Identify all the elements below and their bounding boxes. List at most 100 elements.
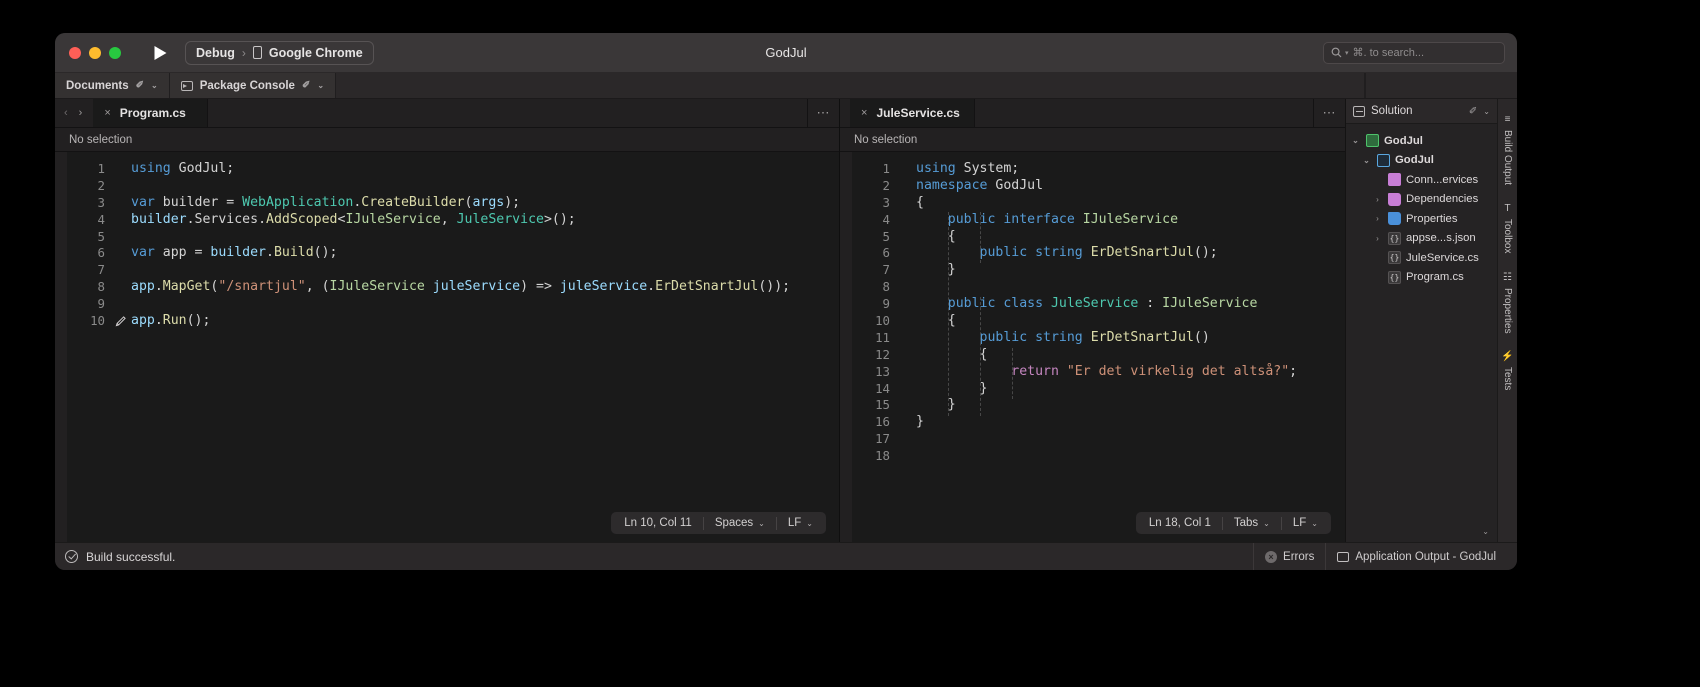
code-token: . [647, 279, 656, 295]
pin-icon[interactable]: ✐ [136, 80, 144, 91]
pin-icon[interactable]: ✐ [1469, 106, 1477, 117]
solution-tree-item-properties[interactable]: › Properties [1346, 209, 1497, 229]
code-token: IJuleService [1082, 211, 1179, 227]
twisty-expanded-icon[interactable]: ⌄ [1350, 136, 1361, 145]
tab-overflow-button[interactable]: ⋯ [807, 99, 839, 127]
code-token: Run [162, 313, 187, 329]
code-token: GodJul [995, 177, 1044, 193]
solution-tree-item-godjul[interactable]: ⌄ GodJul [1346, 131, 1497, 151]
dependencies-icon [1388, 192, 1401, 206]
code-token: public [947, 211, 1004, 227]
document-tabbar-right: × JuleService.cs ⋯ [840, 99, 1345, 128]
document-tab-program-cs[interactable]: × Program.cs [93, 99, 209, 127]
errors-button[interactable]: × Errors [1253, 543, 1327, 570]
code-token: juleService [559, 279, 648, 295]
navigation-arrows: ‹ › [55, 99, 93, 127]
code-content-right[interactable]: 1 using System; 2 namespace GodJul 3{4 publi… [852, 152, 1345, 465]
code-token: "/snartjul" [218, 279, 306, 295]
rail-item-tests[interactable]: ⚡ Tests [1501, 344, 1513, 397]
code-token: GodJul [178, 161, 227, 176]
rail-item-build-output[interactable]: ≡ Build Output [1502, 107, 1513, 192]
line-ending-left[interactable]: LF ⌄ [777, 512, 824, 534]
search-scope-chevron-icon[interactable]: ▾ [1345, 49, 1349, 57]
indent-mode-left[interactable]: Spaces ⌄ [704, 512, 776, 534]
editor-status-right: Ln 18, Col 1 Tabs ⌄ LF ⌄ [1135, 512, 1331, 534]
solution-tree-item-conn-ervices[interactable]: ›Conn...ervices [1346, 170, 1497, 190]
solution-tree-item-label: GodJul [1384, 134, 1423, 147]
tests-icon: ⚡ [1501, 351, 1514, 363]
run-configuration-selector[interactable]: Debug › Google Chrome [185, 40, 374, 65]
indent-mode-right[interactable]: Tabs ⌄ [1223, 512, 1281, 534]
navigate-back-button[interactable]: ‹ [64, 107, 68, 119]
solution-tree-item-appse-s-json[interactable]: › {} appse...s.json [1346, 229, 1497, 249]
close-window-button[interactable] [69, 46, 81, 59]
line-number: 15 [875, 397, 890, 413]
code-token: var [131, 194, 163, 210]
breadcrumb-left[interactable]: No selection [55, 128, 839, 152]
code-line: 7 } [852, 262, 1345, 279]
tab-overflow-button[interactable]: ⋯ [1313, 99, 1345, 127]
caret-position-right[interactable]: Ln 18, Col 1 [1138, 512, 1222, 534]
twisty-collapsed-icon[interactable]: › [1372, 195, 1383, 204]
console-icon [180, 80, 193, 91]
code-token: WebApplication [242, 194, 354, 210]
run-button[interactable] [149, 42, 171, 64]
maximize-window-button[interactable] [109, 46, 121, 59]
code-token: { [916, 346, 988, 362]
code-line: 12 { [852, 347, 1345, 364]
rail-item-properties[interactable]: ☷ Properties [1502, 265, 1513, 341]
twisty-collapsed-icon[interactable]: › [1372, 214, 1383, 223]
chevron-down-icon[interactable]: ⌄ [1483, 107, 1490, 116]
code-token: { [916, 313, 956, 329]
line-number: 7 [882, 262, 890, 278]
pad-tab-documents[interactable]: Documents ✐ ⌄ [55, 73, 170, 98]
code-token: builder [210, 245, 266, 261]
solution-tree-item-program-cs[interactable]: ›{}Program.cs [1346, 268, 1497, 288]
code-token: "Er det virkelig det altså?" [1066, 363, 1290, 379]
code-content-left[interactable]: 1 using GodJul; 2 3 var builder = WebApplica… [67, 152, 839, 330]
code-token: using [131, 161, 179, 176]
line-number: 9 [882, 296, 890, 312]
document-tab-juleservice-cs[interactable]: × JuleService.cs [850, 99, 975, 127]
code-editor-left[interactable]: 1 using GodJul; 2 3 var builder = WebApplica… [55, 152, 839, 542]
solution-tree-item-label: Conn...ervices [1406, 173, 1479, 186]
document-tabbar-left: ‹ › × Program.cs ⋯ [55, 99, 839, 128]
chevron-down-icon: ⌄ [806, 518, 813, 528]
pad-tab-package-console[interactable]: Package Console ✐ ⌄ [169, 73, 337, 98]
collapse-chevron-icon[interactable]: ⌄ [1482, 527, 1489, 536]
pencil-icon[interactable] [109, 316, 131, 327]
breadcrumb-right[interactable]: No selection [840, 128, 1345, 152]
solution-tree-item-dependencies[interactable]: › Dependencies [1346, 190, 1497, 210]
code-token: string [1035, 245, 1091, 261]
solution-tree-item-juleservice-cs[interactable]: ›{}JuleService.cs [1346, 248, 1497, 268]
code-line: 3 var builder = WebApplication.CreateBuil… [67, 195, 839, 212]
search-input[interactable]: ▾ ⌘. to search... [1323, 41, 1505, 64]
twisty-collapsed-icon[interactable]: › [1372, 234, 1383, 243]
solution-panel-header: Solution ✐ ⌄ [1346, 99, 1497, 124]
solution-tree-item-godjul[interactable]: ⌄ GodJul [1346, 151, 1497, 171]
caret-position-left[interactable]: Ln 10, Col 11 [613, 512, 703, 534]
code-line-text: app.Run(); [131, 313, 839, 330]
code-line: 7 [67, 262, 839, 279]
navigate-forward-button[interactable]: › [79, 107, 83, 119]
close-icon[interactable]: × [861, 107, 867, 119]
application-output-button[interactable]: Application Output - GodJul [1326, 543, 1507, 570]
properties-icon: ☷ [1503, 271, 1512, 283]
twisty-expanded-icon[interactable]: ⌄ [1361, 156, 1372, 165]
code-line-text: } [916, 414, 1345, 431]
solution-panel-footer: ⌄ [1346, 520, 1497, 542]
line-ending-right[interactable]: LF ⌄ [1282, 512, 1329, 534]
minimize-window-button[interactable] [89, 46, 101, 59]
code-editor-right[interactable]: 1 using System; 2 namespace GodJul 3{4 publi… [840, 152, 1345, 542]
code-token: : [1138, 296, 1163, 312]
code-token: IJuleService [1162, 296, 1258, 312]
code-token: ErDetSnartJul [1090, 245, 1194, 261]
rail-item-toolbox[interactable]: T Toolbox [1502, 196, 1513, 260]
chevron-down-icon[interactable]: ⌄ [151, 81, 158, 90]
pin-icon[interactable]: ✐ [302, 80, 310, 91]
close-icon[interactable]: × [104, 107, 110, 119]
chevron-down-icon[interactable]: ⌄ [317, 81, 324, 90]
solution-tree[interactable]: ⌄GodJul⌄GodJul›Conn...ervices›Dependenci… [1346, 124, 1497, 520]
